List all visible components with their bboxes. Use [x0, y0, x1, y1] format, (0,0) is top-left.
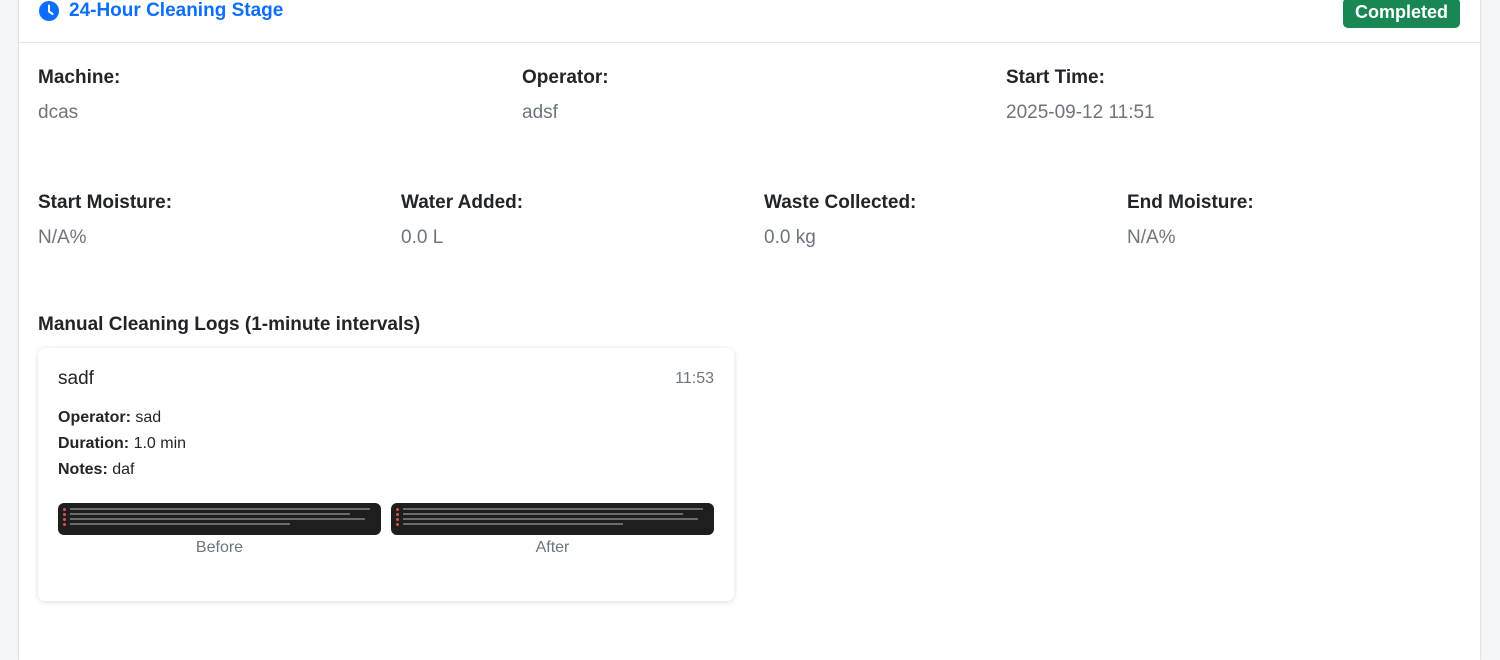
operator-value: adsf	[522, 102, 558, 123]
before-image[interactable]	[58, 503, 381, 535]
log-title: sadf	[58, 368, 94, 389]
operator-label: Operator:	[522, 67, 609, 88]
logs-section-title: Manual Cleaning Logs (1-minute intervals…	[38, 314, 421, 335]
log-operator-row: Operator: sad	[58, 405, 186, 431]
end-moisture-value: N/A%	[1127, 227, 1176, 248]
log-duration-label: Duration:	[58, 435, 130, 452]
end-moisture-field: End Moisture: N/A%	[1127, 192, 1254, 249]
waste-collected-value: 0.0 kg	[764, 227, 816, 248]
water-added-label: Water Added:	[401, 192, 524, 213]
machine-value: dcas	[38, 102, 79, 123]
start-time-field: Start Time: 2025-09-12 11:51	[1006, 67, 1155, 124]
log-operator-label: Operator:	[58, 409, 131, 426]
log-details: Operator: sad Duration: 1.0 min Notes: d…	[58, 405, 186, 483]
end-moisture-label: End Moisture:	[1127, 192, 1254, 213]
waste-collected-label: Waste Collected:	[764, 192, 917, 213]
after-caption: After	[535, 539, 570, 556]
operator-field: Operator: adsf	[522, 67, 609, 124]
before-caption: Before	[195, 539, 244, 556]
water-added-field: Water Added: 0.0 L	[401, 192, 523, 249]
start-moisture-value: N/A%	[38, 227, 87, 248]
start-moisture-field: Start Moisture: N/A%	[38, 192, 172, 249]
status-badge: Completed	[1342, 0, 1460, 28]
water-added-value: 0.0 L	[401, 227, 444, 248]
waste-collected-field: Waste Collected: 0.0 kg	[764, 192, 916, 249]
log-notes-value: daf	[112, 461, 135, 478]
log-notes-row: Notes: daf	[58, 457, 186, 483]
start-time-label: Start Time:	[1006, 67, 1105, 88]
log-notes-label: Notes:	[58, 461, 108, 478]
log-duration-value: 1.0 min	[133, 435, 187, 452]
log-operator-value: sad	[135, 409, 162, 426]
machine-field: Machine: dcas	[38, 67, 120, 124]
clock-icon	[39, 1, 59, 21]
log-time: 11:53	[675, 370, 714, 387]
after-image[interactable]	[391, 503, 714, 535]
start-time-value: 2025-09-12 11:51	[1006, 102, 1155, 123]
log-duration-row: Duration: 1.0 min	[58, 431, 186, 457]
log-card: sadf 11:53 Operator: sad Duration: 1.0 m…	[38, 348, 734, 601]
machine-label: Machine:	[38, 67, 121, 88]
stage-title: 24-Hour Cleaning Stage	[39, 0, 283, 22]
start-moisture-label: Start Moisture:	[38, 192, 173, 213]
card-header: 24-Hour Cleaning Stage Completed	[19, 0, 1480, 43]
stage-title-text: 24-Hour Cleaning Stage	[69, 0, 284, 21]
